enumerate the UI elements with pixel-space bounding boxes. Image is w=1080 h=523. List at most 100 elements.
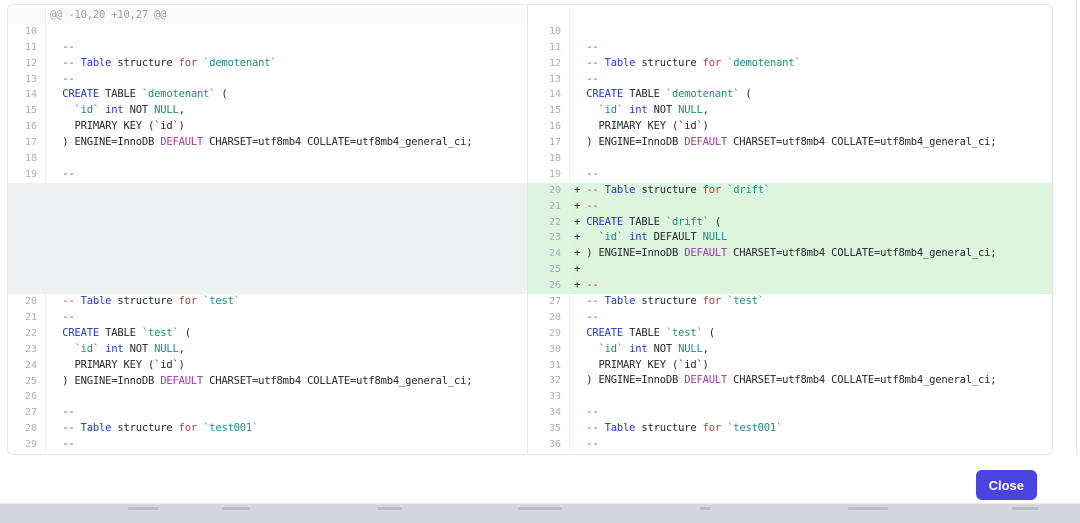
diff-line: 21 -- bbox=[8, 310, 527, 326]
code-line: + CREATE TABLE `drift` ( bbox=[570, 215, 1052, 231]
line-number: 10 bbox=[8, 24, 46, 40]
blank-row bbox=[528, 8, 1052, 24]
code-line: ) ENGINE=InnoDB DEFAULT CHARSET=utf8mb4 … bbox=[570, 373, 1052, 389]
code-line bbox=[46, 389, 527, 405]
code-line bbox=[46, 151, 527, 167]
code-line: ) ENGINE=InnoDB DEFAULT CHARSET=utf8mb4 … bbox=[46, 135, 527, 151]
code-line: -- bbox=[570, 437, 1052, 453]
diff-line: 11 -- bbox=[528, 40, 1052, 56]
diff-line: 16 PRIMARY KEY (`id`) bbox=[8, 119, 527, 135]
diff-line: 15 `id` int NOT NULL, bbox=[528, 103, 1052, 119]
diff-line: 26 bbox=[8, 389, 527, 405]
code-line: -- bbox=[570, 40, 1052, 56]
diff-line: 24+ ) ENGINE=InnoDB DEFAULT CHARSET=utf8… bbox=[528, 246, 1052, 262]
line-number: 20 bbox=[8, 294, 46, 310]
diff-line: 31 PRIMARY KEY (`id`) bbox=[528, 358, 1052, 374]
code-line: PRIMARY KEY (`id`) bbox=[570, 358, 1052, 374]
diff-line: 36 -- bbox=[528, 437, 1052, 453]
code-line: `id` int NOT NULL, bbox=[570, 103, 1052, 119]
diff-line: 23+ `id` int DEFAULT NULL bbox=[528, 230, 1052, 246]
background-text-smudge bbox=[700, 507, 710, 510]
code-line: -- Table structure for `demotenant` bbox=[46, 56, 527, 72]
line-number: 21 bbox=[528, 199, 570, 215]
line-number: 12 bbox=[528, 56, 570, 72]
code-line bbox=[570, 24, 1052, 40]
diff-line: 34 -- bbox=[528, 405, 1052, 421]
code-line: -- bbox=[46, 310, 527, 326]
code-line: -- bbox=[570, 72, 1052, 88]
line-number: 19 bbox=[8, 167, 46, 183]
code-line bbox=[46, 24, 527, 40]
code-line: -- bbox=[46, 405, 527, 421]
diff-line: 27 -- bbox=[8, 405, 527, 421]
diff-line: 17 ) ENGINE=InnoDB DEFAULT CHARSET=utf8m… bbox=[528, 135, 1052, 151]
code-line: CREATE TABLE `test` ( bbox=[570, 326, 1052, 342]
diff-line: 28 -- bbox=[528, 310, 1052, 326]
code-line: ) ENGINE=InnoDB DEFAULT CHARSET=utf8mb4 … bbox=[570, 135, 1052, 151]
code-line: PRIMARY KEY (`id`) bbox=[46, 358, 527, 374]
line-number: 16 bbox=[8, 119, 46, 135]
background-text-smudge bbox=[378, 507, 402, 510]
line-number: 16 bbox=[528, 119, 570, 135]
diff-line: 26+ -- bbox=[528, 278, 1052, 294]
code-line: + -- bbox=[570, 278, 1052, 294]
diff-line: 19 -- bbox=[528, 167, 1052, 183]
code-line bbox=[46, 183, 527, 294]
line-number: 22 bbox=[8, 326, 46, 342]
close-button[interactable]: Close bbox=[976, 470, 1037, 500]
diff-line: 28 -- Table structure for `test001` bbox=[8, 421, 527, 437]
code-line: PRIMARY KEY (`id`) bbox=[570, 119, 1052, 135]
line-number: 33 bbox=[528, 389, 570, 405]
diff-line: 33 bbox=[528, 389, 1052, 405]
diff-modal: @@ -10,20 +10,27 @@1011 --12 -- Table st… bbox=[0, 0, 1080, 523]
line-number: 28 bbox=[528, 310, 570, 326]
diff-line: 15 `id` int NOT NULL, bbox=[8, 103, 527, 119]
diff-line: 16 PRIMARY KEY (`id`) bbox=[528, 119, 1052, 135]
diff-line: 10 bbox=[8, 24, 527, 40]
hunk-header-row: @@ -10,20 +10,27 @@ bbox=[8, 8, 527, 24]
code-line: CREATE TABLE `demotenant` ( bbox=[570, 87, 1052, 103]
background-text-smudge bbox=[128, 507, 158, 510]
line-number: 20 bbox=[528, 183, 570, 199]
code-line bbox=[570, 151, 1052, 167]
diff-line: 23 `id` int NOT NULL, bbox=[8, 342, 527, 358]
diff-line: 24 PRIMARY KEY (`id`) bbox=[8, 358, 527, 374]
line-number: 15 bbox=[528, 103, 570, 119]
code-line: -- Table structure for `test001` bbox=[570, 421, 1052, 437]
diff-line: 17 ) ENGINE=InnoDB DEFAULT CHARSET=utf8m… bbox=[8, 135, 527, 151]
code-line: ) ENGINE=InnoDB DEFAULT CHARSET=utf8mb4 … bbox=[46, 374, 527, 390]
background-text-smudge bbox=[222, 507, 250, 510]
diff-line: 18 bbox=[8, 151, 527, 167]
diff-line: 22 CREATE TABLE `test` ( bbox=[8, 326, 527, 342]
diff-line: 27 -- Table structure for `test` bbox=[528, 294, 1052, 310]
line-number bbox=[8, 8, 46, 24]
code-line: -- bbox=[46, 167, 527, 183]
diff-line: 11 -- bbox=[8, 40, 527, 56]
line-number: 24 bbox=[528, 246, 570, 262]
diff-line: 25+ bbox=[528, 262, 1052, 278]
line-number: 14 bbox=[8, 87, 46, 103]
line-number: 11 bbox=[528, 40, 570, 56]
code-line: `id` int NOT NULL, bbox=[46, 342, 527, 358]
line-number: 23 bbox=[8, 342, 46, 358]
code-line: @@ -10,20 +10,27 @@ bbox=[46, 8, 527, 24]
line-number: 29 bbox=[8, 437, 46, 453]
code-line: -- bbox=[46, 437, 527, 453]
code-line: `id` int NOT NULL, bbox=[570, 342, 1052, 358]
code-line: -- bbox=[570, 310, 1052, 326]
line-number: 28 bbox=[8, 421, 46, 437]
diff-line: 21+ -- bbox=[528, 199, 1052, 215]
line-number: 27 bbox=[528, 294, 570, 310]
diff-filler-block bbox=[8, 183, 527, 294]
line-number: 26 bbox=[8, 389, 46, 405]
line-number: 24 bbox=[8, 358, 46, 374]
line-number bbox=[528, 8, 570, 24]
code-line: + -- Table structure for `drift` bbox=[570, 183, 1052, 199]
line-number: 22 bbox=[528, 215, 570, 231]
diff-viewer[interactable]: @@ -10,20 +10,27 @@1011 --12 -- Table st… bbox=[7, 4, 1053, 455]
diff-line: 29 CREATE TABLE `test` ( bbox=[528, 326, 1052, 342]
line-number: 32 bbox=[528, 373, 570, 389]
code-line bbox=[570, 8, 1052, 24]
line-number: 17 bbox=[8, 135, 46, 151]
line-number: 19 bbox=[528, 167, 570, 183]
